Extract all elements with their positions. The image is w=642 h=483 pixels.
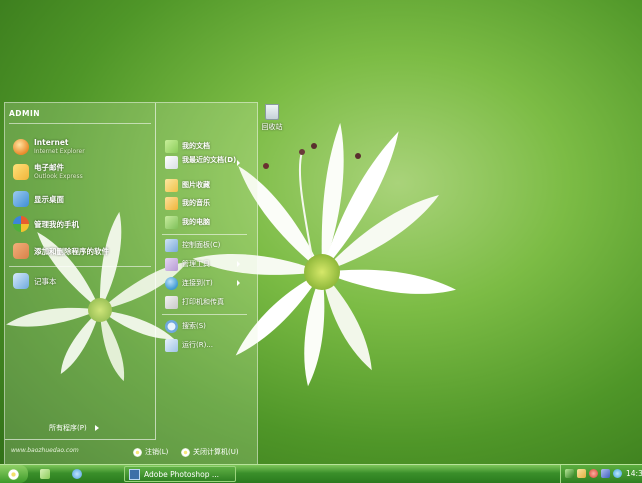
antivirus-icon[interactable] bbox=[589, 469, 598, 478]
start-menu-left-pane: ADMIN Internet Internet Explorer 电子邮件 Outl… bbox=[5, 103, 156, 440]
submenu-arrow-icon bbox=[237, 280, 240, 286]
printer-icon bbox=[165, 295, 178, 309]
menu-item-label: 运行(R)... bbox=[182, 341, 214, 349]
taskbar-button-label: Adobe Photoshop ... bbox=[144, 469, 220, 479]
divider bbox=[162, 234, 247, 235]
divider bbox=[9, 123, 151, 124]
taskbar-button-photoshop[interactable]: Adobe Photoshop ... bbox=[124, 466, 236, 482]
menu-item-search[interactable]: 搜索(S) bbox=[165, 318, 206, 334]
start-menu: ADMIN Internet Internet Explorer 电子邮件 Outl… bbox=[4, 102, 258, 466]
divider bbox=[9, 266, 151, 267]
all-programs-button[interactable]: 所有程序(P) bbox=[49, 423, 99, 433]
pinned-item-sublabel: Internet Explorer bbox=[34, 148, 85, 155]
media-player-icon[interactable] bbox=[72, 469, 82, 479]
show-desktop-icon bbox=[13, 191, 29, 207]
taskbar: Adobe Photoshop ... 14:36 bbox=[0, 464, 642, 483]
globe-icon bbox=[13, 139, 29, 155]
menu-item-printers[interactable]: 打印机和传真 bbox=[165, 294, 224, 310]
flower-icon bbox=[133, 447, 142, 457]
recent-item-label: 记事本 bbox=[34, 276, 57, 286]
menu-item-connect-to[interactable]: 连接到(T) bbox=[165, 275, 213, 291]
add-remove-icon bbox=[13, 243, 29, 259]
arrow-right-icon bbox=[94, 425, 99, 431]
pinned-item-email[interactable]: 电子邮件 Outlook Express bbox=[13, 162, 83, 182]
my-pictures-icon bbox=[165, 178, 178, 192]
pinned-item-label: Internet bbox=[34, 138, 69, 147]
recycle-bin-icon bbox=[265, 104, 279, 120]
submenu-arrow-icon bbox=[237, 160, 240, 166]
menu-item-my-computer[interactable]: 我的电脑 bbox=[165, 214, 210, 230]
my-music-icon bbox=[165, 196, 178, 210]
messenger-icon[interactable] bbox=[613, 469, 622, 478]
pinned-item-internet[interactable]: Internet Internet Explorer bbox=[13, 137, 85, 157]
recent-documents-icon bbox=[165, 156, 178, 169]
recent-item-add-remove[interactable]: 添加和删除程序的软件 bbox=[13, 241, 109, 261]
watermark-text: www.baozhuedao.com bbox=[11, 447, 79, 454]
pinned-item-sublabel: Outlook Express bbox=[34, 173, 83, 180]
logoff-button[interactable]: 注销(L) bbox=[133, 447, 168, 457]
my-documents-icon bbox=[165, 139, 178, 153]
flower-icon bbox=[181, 447, 190, 457]
menu-item-label: 图片收藏 bbox=[182, 181, 210, 189]
admin-tools-icon bbox=[165, 257, 178, 271]
show-desktop-icon[interactable] bbox=[40, 469, 50, 479]
submenu-arrow-icon bbox=[237, 261, 240, 267]
menu-item-label: 连接到(T) bbox=[182, 279, 213, 287]
my-computer-icon bbox=[165, 215, 178, 229]
recent-item-label: 显示桌面 bbox=[34, 194, 64, 204]
user-name: ADMIN bbox=[9, 109, 41, 118]
recent-item-label: 管理我的手机 bbox=[34, 219, 79, 229]
logoff-label: 注销(L) bbox=[145, 448, 169, 456]
control-panel-icon bbox=[165, 238, 178, 252]
menu-item-my-music[interactable]: 我的音乐 bbox=[165, 195, 210, 211]
photoshop-icon bbox=[129, 468, 140, 480]
recent-item-phone-manager[interactable]: 管理我的手机 bbox=[13, 214, 79, 234]
menu-item-label: 我的文档 bbox=[182, 142, 210, 150]
desktop-icon-recycle-bin[interactable]: 回收站 bbox=[258, 104, 286, 132]
notepad-icon bbox=[13, 273, 29, 289]
flower-icon bbox=[8, 469, 19, 480]
menu-item-label: 我的电脑 bbox=[182, 218, 210, 226]
connect-to-icon bbox=[165, 276, 178, 290]
menu-item-control-panel[interactable]: 控制面板(C) bbox=[165, 237, 220, 253]
start-button[interactable] bbox=[0, 465, 28, 483]
menu-item-label: 管理工具 bbox=[182, 260, 210, 268]
menu-item-run[interactable]: 运行(R)... bbox=[165, 337, 213, 353]
menu-item-my-pictures[interactable]: 图片收藏 bbox=[165, 177, 210, 193]
divider bbox=[162, 314, 247, 315]
arrow-icon[interactable] bbox=[565, 469, 574, 478]
menu-item-label: 打印机和传真 bbox=[182, 298, 224, 306]
recent-item-show-desktop[interactable]: 显示桌面 bbox=[13, 189, 64, 209]
run-icon bbox=[165, 338, 178, 352]
menu-item-label: 我最近的文档(D) bbox=[182, 156, 237, 164]
pinned-item-label: 电子邮件 bbox=[34, 163, 64, 172]
recent-item-label: 添加和删除程序的软件 bbox=[34, 246, 109, 256]
shutdown-button[interactable]: 关闭计算机(U) bbox=[181, 447, 239, 457]
menu-item-label: 控制面板(C) bbox=[182, 241, 221, 249]
volume-icon[interactable] bbox=[601, 469, 610, 478]
clock: 14:36 bbox=[626, 469, 642, 478]
desktop-icon-label: 回收站 bbox=[261, 123, 283, 131]
menu-item-label: 搜索(S) bbox=[182, 322, 206, 330]
menu-item-my-documents[interactable]: 我的文档 bbox=[165, 138, 210, 154]
network-icon[interactable] bbox=[577, 469, 586, 478]
phone-manager-icon bbox=[13, 216, 29, 232]
mail-icon bbox=[13, 164, 29, 180]
recent-item-notepad[interactable]: 记事本 bbox=[13, 271, 57, 291]
menu-item-admin-tools[interactable]: 管理工具 bbox=[165, 256, 210, 272]
shutdown-label: 关闭计算机(U) bbox=[193, 448, 239, 456]
menu-item-label: 我的音乐 bbox=[182, 199, 210, 207]
search-icon bbox=[165, 319, 178, 333]
all-programs-label: 所有程序(P) bbox=[49, 424, 87, 432]
menu-item-recent-documents[interactable]: 我最近的文档(D) bbox=[165, 156, 237, 176]
